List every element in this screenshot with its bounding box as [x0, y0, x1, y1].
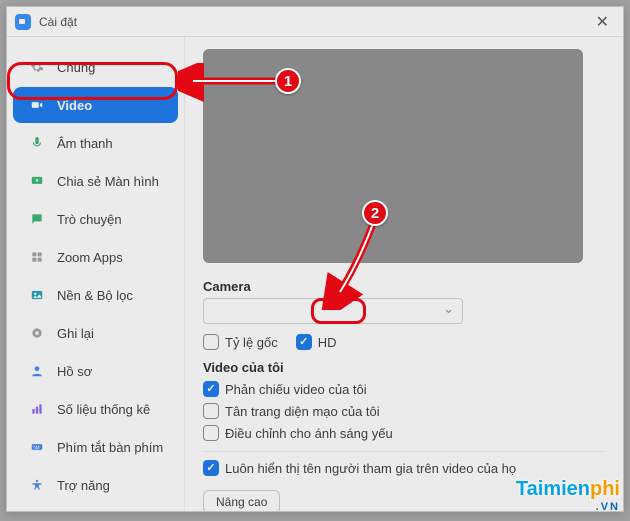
sidebar-item-audio[interactable]: Âm thanh: [13, 125, 178, 161]
keyboard-icon: [27, 437, 47, 457]
share-icon: [27, 171, 47, 191]
sidebar-item-label: Nền & Bộ lọc: [57, 288, 133, 303]
profile-icon: [27, 361, 47, 381]
video-option-label: Phản chiếu video của tôi: [225, 382, 367, 397]
sidebar-item-label: Video: [57, 98, 92, 113]
always-show-name-checkbox[interactable]: Luôn hiển thị tên người tham gia trên vi…: [203, 460, 605, 476]
video-option-2[interactable]: Điều chỉnh cho ánh sáng yếu: [203, 425, 605, 441]
sidebar-item-label: Chia sẻ Màn hình: [57, 174, 159, 189]
access-icon: [27, 475, 47, 495]
video-option-1[interactable]: Tân trang diện mạo của tôi: [203, 403, 605, 419]
record-icon: [27, 323, 47, 343]
camera-section-label: Camera: [203, 279, 605, 294]
audio-icon: [27, 133, 47, 153]
checkbox-icon: [203, 460, 219, 476]
sidebar-item-keyboard[interactable]: Phím tắt bàn phím: [13, 429, 178, 465]
checkbox-icon: [203, 334, 219, 350]
chat-icon: [27, 209, 47, 229]
aspect-ratio-checkbox[interactable]: Tỷ lệ gốc: [203, 334, 278, 350]
sidebar-item-profile[interactable]: Hồ sơ: [13, 353, 178, 389]
window-title: Cài đặt: [39, 15, 77, 29]
apps-icon: [27, 247, 47, 267]
sidebar-item-video[interactable]: Video: [13, 87, 178, 123]
sidebar-item-label: Zoom Apps: [57, 250, 123, 265]
hd-checkbox[interactable]: HD: [296, 334, 337, 350]
stats-icon: [27, 399, 47, 419]
titlebar: Cài đặt ✕: [7, 7, 623, 37]
video-preview: [203, 49, 583, 263]
sidebar-item-access[interactable]: Trợ năng: [13, 467, 178, 503]
always-show-name-label: Luôn hiển thị tên người tham gia trên vi…: [225, 461, 516, 476]
sidebar-item-label: Hồ sơ: [57, 364, 92, 379]
my-video-section-label: Video của tôi: [203, 360, 605, 375]
sidebar-item-label: Phím tắt bàn phím: [57, 440, 163, 455]
sidebar-item-share[interactable]: Chia sẻ Màn hình: [13, 163, 178, 199]
checkbox-icon: [203, 425, 219, 441]
sidebar-item-label: Trợ năng: [57, 478, 110, 493]
hd-label: HD: [318, 335, 337, 350]
advanced-button[interactable]: Nâng cao: [203, 490, 280, 511]
bg-icon: [27, 285, 47, 305]
divider: [203, 451, 605, 452]
video-option-label: Điều chỉnh cho ánh sáng yếu: [225, 426, 393, 441]
sidebar-item-chat[interactable]: Trò chuyện: [13, 201, 178, 237]
sidebar-item-apps[interactable]: Zoom Apps: [13, 239, 178, 275]
aspect-ratio-label: Tỷ lệ gốc: [225, 335, 278, 350]
sidebar-item-label: Chung: [57, 60, 95, 75]
sidebar-item-record[interactable]: Ghi lại: [13, 315, 178, 351]
close-button[interactable]: ✕: [590, 10, 615, 34]
checkbox-icon: [296, 334, 312, 350]
settings-window: Cài đặt ✕ Chung Video Âm thanh Chia sẻ Màn …: [6, 6, 624, 512]
sidebar-item-label: Số liệu thống kê: [57, 402, 150, 417]
sidebar-item-gear[interactable]: Chung: [13, 49, 178, 85]
video-option-0[interactable]: Phản chiếu video của tôi: [203, 381, 605, 397]
sidebar-item-label: Ghi lại: [57, 326, 94, 341]
sidebar-item-label: Trò chuyện: [57, 212, 122, 227]
zoom-app-icon: [15, 14, 31, 30]
sidebar-item-bg[interactable]: Nền & Bộ lọc: [13, 277, 178, 313]
camera-select[interactable]: [203, 298, 463, 324]
video-option-label: Tân trang diện mạo của tôi: [225, 404, 380, 419]
checkbox-icon: [203, 381, 219, 397]
sidebar-item-label: Âm thanh: [57, 136, 113, 151]
gear-icon: [27, 57, 47, 77]
settings-content: Camera Tỷ lệ gốc HD Video của tôi Phản c…: [185, 37, 623, 511]
sidebar-item-stats[interactable]: Số liệu thống kê: [13, 391, 178, 427]
checkbox-icon: [203, 403, 219, 419]
settings-sidebar: Chung Video Âm thanh Chia sẻ Màn hình Trò ch…: [7, 37, 185, 511]
video-icon: [27, 95, 47, 115]
